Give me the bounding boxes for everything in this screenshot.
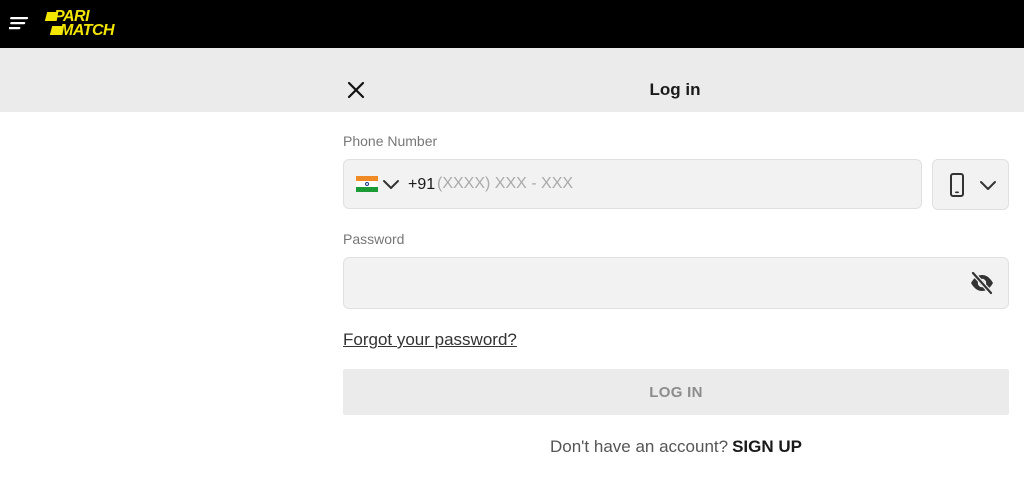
phone-number-input[interactable] — [437, 169, 897, 199]
login-method-select[interactable] — [932, 159, 1009, 210]
modal-header — [0, 48, 1024, 112]
no-account-text: Don't have an account? — [550, 437, 729, 456]
password-input[interactable] — [358, 268, 958, 298]
top-navigation-bar: PARI MATCH — [0, 0, 1024, 48]
chevron-down-icon — [979, 179, 997, 191]
password-label: Password — [343, 231, 405, 247]
india-flag-icon[interactable] — [356, 176, 378, 192]
country-code: +91 — [408, 176, 436, 193]
eye-slash-icon[interactable] — [968, 270, 996, 296]
page-title: Log in — [649, 80, 701, 99]
phone-number-field[interactable]: +91 — [343, 159, 922, 209]
hamburger-menu-icon[interactable] — [8, 13, 31, 33]
logo-text-line2: MATCH — [60, 22, 115, 39]
chevron-down-icon[interactable] — [382, 178, 400, 190]
password-field[interactable] — [343, 257, 1009, 309]
close-icon[interactable] — [344, 78, 368, 102]
parimatch-logo[interactable]: PARI MATCH — [44, 9, 132, 39]
sign-up-link[interactable]: SIGN UP — [732, 437, 802, 456]
mobile-phone-icon — [949, 173, 965, 197]
forgot-password-link[interactable]: Forgot your password? — [343, 330, 517, 350]
signup-prompt: Don't have an account? SIGN UP — [343, 437, 1009, 457]
phone-number-label: Phone Number — [343, 133, 438, 149]
login-button[interactable]: LOG IN — [343, 369, 1009, 415]
